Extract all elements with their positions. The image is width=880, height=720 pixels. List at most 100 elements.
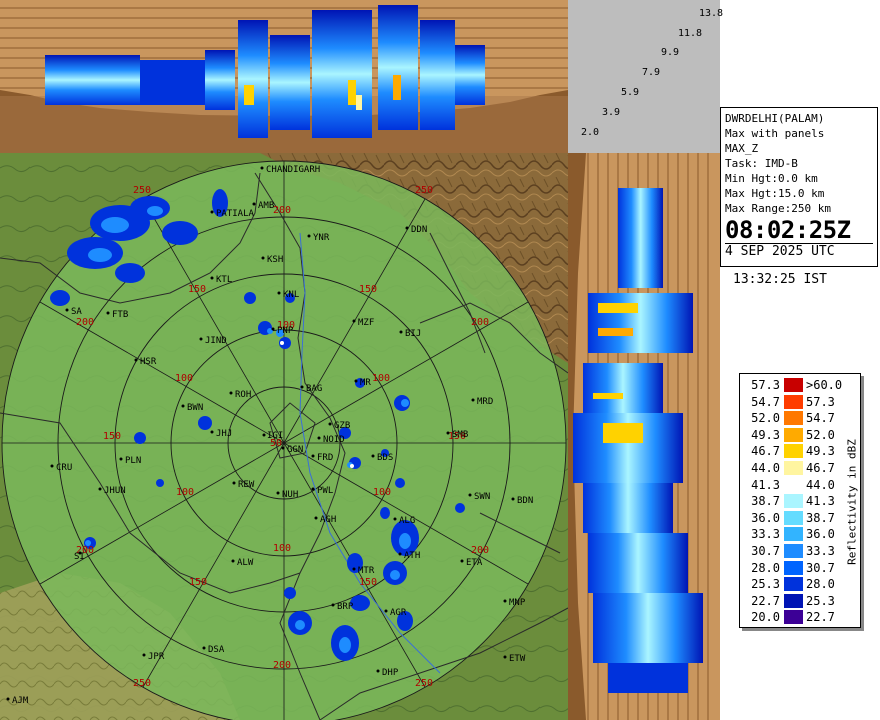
svg-text:PNP: PNP [277,326,294,336]
svg-text:AJM: AJM [12,696,29,706]
north-south-cross-section [0,0,568,153]
legend-row: 41.3 44.0 [742,476,842,494]
svg-text:KNL: KNL [283,290,299,300]
svg-text:JIND: JIND [205,336,227,346]
legend-high-value: 46.7 [806,461,835,475]
svg-text:ETW: ETW [509,654,526,664]
svg-text:SA: SA [71,307,82,317]
legend-color-swatch [784,544,803,558]
legend-row: 46.7 49.3 [742,442,842,460]
svg-text:IGI: IGI [267,431,283,441]
legend-color-swatch [784,527,803,542]
utc-date: 4 SEP 2025 UTC [725,243,873,259]
svg-text:AGR: AGR [390,608,407,618]
legend-low-value: 57.3 [751,378,780,392]
legend-low-value: 36.0 [751,510,780,525]
svg-text:NUH: NUH [282,490,298,500]
legend-row: 22.7 25.3 [742,592,842,610]
svg-text:KTL: KTL [216,275,232,285]
legend-row: 52.0 54.7 [742,409,842,427]
height-tick: 7.9 [642,67,661,78]
range-label-150: 150 [103,431,121,442]
svg-text:ALW: ALW [237,558,254,568]
legend-low-value: 22.7 [751,593,780,608]
svg-text:AMB: AMB [258,201,274,211]
svg-text:BRP: BRP [337,602,354,612]
radar-map-graphic: 50 100 100 100 100 100 100 150 150 150 1… [0,153,568,720]
legend-row: 20.0 22.7 [742,608,842,626]
svg-text:PATIALA: PATIALA [216,209,255,219]
legend-color-swatch [784,610,803,625]
legend-high-value: 44.0 [806,477,835,492]
svg-text:CHANDIGARH: CHANDIGARH [266,165,320,175]
svg-text:DDN: DDN [411,225,427,235]
product-label: Max with panels [725,127,825,140]
range-label-100: 100 [176,487,194,498]
legend-row: 28.0 30.7 [742,559,842,577]
svg-text:GZB: GZB [334,421,350,431]
range-label-150: 150 [189,577,207,588]
legend-color-swatch [784,378,803,392]
svg-text:SMB: SMB [452,430,468,440]
legend-color-swatch [784,394,803,409]
station-name: DWRDELHI(PALAM) [725,112,825,125]
svg-text:MRD: MRD [477,397,493,407]
svg-text:JPR: JPR [148,652,165,662]
legend-row: 38.7 41.3 [742,492,842,510]
city-patiala: PATIALA [210,209,255,219]
svg-text:ATH: ATH [404,551,420,561]
legend-high-value: >60.0 [806,378,843,392]
range-label-200: 200 [76,317,94,328]
svg-text:NOID: NOID [323,435,345,445]
range-label-200: 200 [471,317,489,328]
svg-text:PWL: PWL [317,486,333,496]
svg-text:BDN: BDN [517,496,533,506]
legend-high-value: 38.7 [806,510,835,525]
legend-color-swatch [784,444,803,459]
svg-text:ALG: ALG [399,516,415,526]
svg-text:REW: REW [238,480,255,490]
min-height-label: Min Hgt:0.0 km [725,172,818,185]
legend-row: 54.7 57.3 [742,393,842,411]
range-label-250: 250 [133,185,151,196]
legend-color-swatch [784,510,803,525]
legend-low-value: 49.3 [751,427,780,442]
legend-color-swatch [784,477,803,492]
svg-text:MZF: MZF [358,318,374,328]
legend-low-value: 54.7 [751,394,780,409]
range-label-250: 250 [415,185,433,196]
svg-text:BWN: BWN [187,403,203,413]
east-west-cross-section [568,153,720,720]
legend-color-swatch [784,461,803,475]
legend-high-value: 25.3 [806,593,835,608]
svg-text:FTB: FTB [112,310,128,320]
legend-high-value: 52.0 [806,427,835,442]
range-label-100: 100 [273,543,291,554]
svg-text:ETA: ETA [466,558,483,568]
legend-low-value: 41.3 [751,477,780,492]
legend-color-swatch [784,577,803,592]
svg-text:PLN: PLN [125,456,141,466]
height-tick: 5.9 [621,87,640,98]
legend-high-value: 30.7 [806,560,835,575]
svg-text:GGN: GGN [287,445,303,455]
svg-text:JHJ: JHJ [216,429,232,439]
radar-map: 50 100 100 100 100 100 100 150 150 150 1… [0,153,568,720]
legend-row: 44.0 46.7 [742,459,842,477]
legend-high-value: 41.3 [806,494,835,509]
legend-high-value: 57.3 [806,394,835,409]
ist-time: 13:32:25 IST [733,272,827,287]
info-panel: DWRDELHI(PALAM) Max with panels MAX_Z Ta… [720,107,878,267]
svg-text:MR: MR [360,378,371,388]
legend-high-value: 49.3 [806,444,835,459]
svg-text:HSR: HSR [140,357,157,367]
legend-row: 49.3 52.0 [742,426,842,444]
cross-section-graphic [0,0,568,153]
height-scale: 13.8 11.8 9.9 7.9 5.9 3.9 2.0 [568,0,723,153]
svg-text:DSA: DSA [208,645,225,655]
legend-color-swatch [784,411,803,426]
legend-low-value: 44.0 [751,461,780,475]
range-label-250: 250 [415,678,433,689]
svg-text:MTR: MTR [358,566,375,576]
legend-low-value: 33.3 [751,527,780,542]
